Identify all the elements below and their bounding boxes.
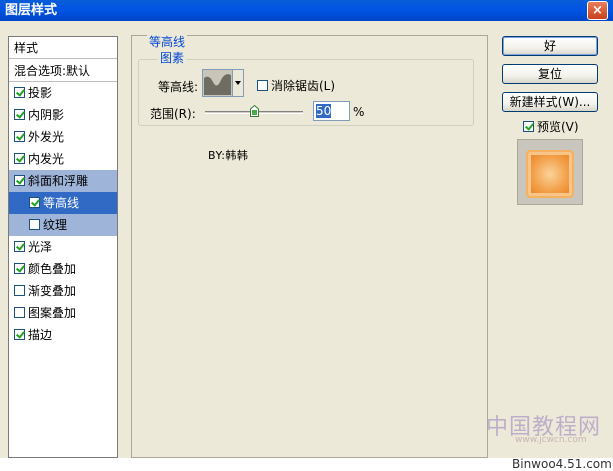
range-slider-thumb[interactable]: [250, 105, 259, 118]
checkbox-icon[interactable]: [14, 285, 25, 296]
close-button[interactable]: ×: [587, 1, 608, 20]
style-item-label: 光泽: [28, 240, 53, 254]
contour-dropdown-button[interactable]: [233, 69, 244, 97]
antialias-checkbox[interactable]: [257, 80, 268, 91]
style-item-outer-glow[interactable]: 外发光: [9, 126, 117, 148]
style-item-label: 斜面和浮雕: [28, 174, 89, 188]
preview-swatch: [526, 150, 574, 198]
checkbox-icon[interactable]: [14, 153, 25, 164]
author-signature: BY:韩韩: [208, 149, 249, 162]
style-item-label: 内阴影: [28, 108, 65, 122]
style-item-contour[interactable]: 等高线: [9, 192, 117, 214]
style-item-bevel-emboss[interactable]: 斜面和浮雕: [9, 170, 117, 192]
range-value: 50: [316, 104, 332, 118]
site-watermark: Binwoo4.51.com: [512, 457, 612, 471]
title-bar: 图层样式: [0, 0, 613, 21]
style-item-gradient-overlay[interactable]: 渐变叠加: [9, 280, 117, 302]
contour-picker[interactable]: [202, 69, 233, 97]
style-list-header[interactable]: 样式: [9, 37, 117, 59]
range-unit: %: [353, 105, 365, 119]
style-item-inner-shadow[interactable]: 内阴影: [9, 104, 117, 126]
window-title: 图层样式: [5, 3, 58, 18]
contour-curve-icon: [204, 74, 231, 95]
new-style-button[interactable]: 新建样式(W)...: [502, 92, 598, 112]
style-item-texture[interactable]: 纹理: [9, 214, 117, 236]
checkbox-icon[interactable]: [14, 329, 25, 340]
range-input[interactable]: 50: [313, 101, 350, 121]
ok-button[interactable]: 好: [502, 36, 598, 56]
reset-button[interactable]: 复位: [502, 64, 598, 84]
style-item-label: 内发光: [28, 152, 65, 166]
style-item-color-overlay[interactable]: 颜色叠加: [9, 258, 117, 280]
style-item-label: 投影: [28, 86, 53, 100]
layer-style-dialog: 样式 混合选项:默认 投影 内阴影 外发光 内发光 斜面和浮雕 等高线 纹理 光…: [0, 21, 613, 458]
watermark-url: www.jcwcn.com: [515, 435, 587, 445]
checkbox-icon[interactable]: [29, 197, 40, 208]
contour-label: 等高线:: [158, 80, 199, 94]
style-item-inner-glow[interactable]: 内发光: [9, 148, 117, 170]
checkbox-icon[interactable]: [14, 87, 25, 98]
style-list: 样式 混合选项:默认 投影 内阴影 外发光 内发光 斜面和浮雕 等高线 纹理 光…: [8, 36, 118, 458]
section-title: 等高线: [147, 33, 188, 50]
range-label: 范围(R):: [150, 107, 196, 121]
style-item-satin[interactable]: 光泽: [9, 236, 117, 258]
preview-label: 预览(V): [537, 120, 579, 134]
checkbox-icon[interactable]: [14, 263, 25, 274]
group-title: 图素: [158, 49, 187, 66]
style-item-drop-shadow[interactable]: 投影: [9, 82, 117, 104]
style-item-label: 描边: [28, 328, 53, 342]
preview-checkbox-row[interactable]: 预览(V): [523, 118, 579, 135]
style-preview: [517, 139, 583, 205]
style-item-label: 纹理: [43, 218, 68, 232]
checkbox-icon[interactable]: [14, 109, 25, 120]
style-item-label: 图案叠加: [28, 306, 77, 320]
checkbox-icon[interactable]: [29, 219, 40, 230]
antialias-checkbox-row[interactable]: 消除锯齿(L): [257, 77, 335, 94]
antialias-label: 消除锯齿(L): [271, 79, 336, 93]
checkbox-icon[interactable]: [14, 241, 25, 252]
checkbox-icon[interactable]: [14, 131, 25, 142]
style-item-label: 外发光: [28, 130, 65, 144]
style-item-pattern-overlay[interactable]: 图案叠加: [9, 302, 117, 324]
checkbox-icon[interactable]: [14, 175, 25, 186]
blend-options-item[interactable]: 混合选项:默认: [9, 60, 117, 82]
style-item-label: 颜色叠加: [28, 262, 77, 276]
checkbox-icon[interactable]: [14, 307, 25, 318]
style-item-label: 渐变叠加: [28, 284, 77, 298]
preview-checkbox[interactable]: [523, 121, 534, 132]
style-item-stroke[interactable]: 描边: [9, 324, 117, 346]
style-item-label: 等高线: [43, 196, 80, 210]
